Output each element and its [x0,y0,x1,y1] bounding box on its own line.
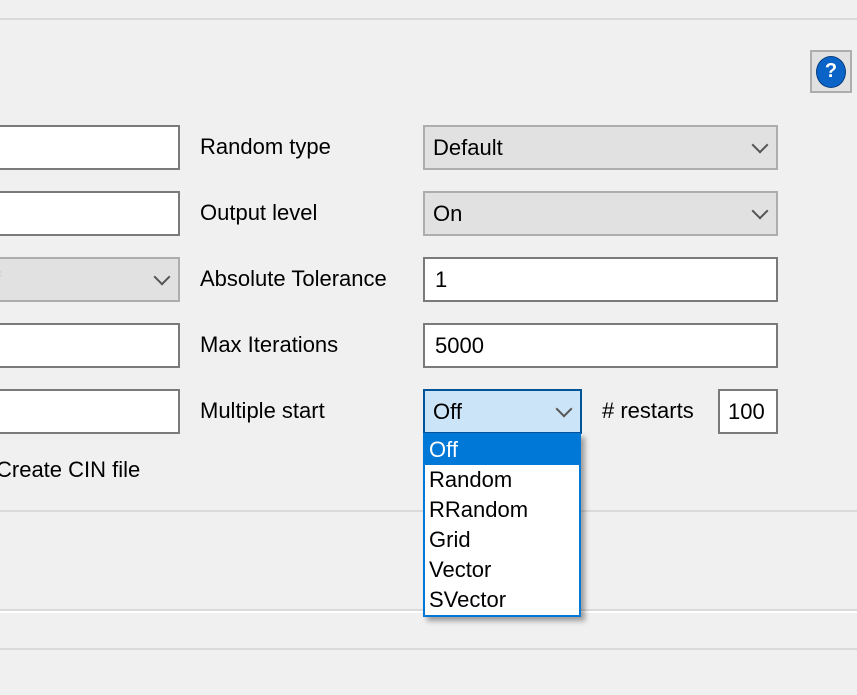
absolute-tolerance-label: Absolute Tolerance [200,266,387,291]
option-grid[interactable]: Grid [425,525,579,555]
restarts-label: # restarts [602,398,694,423]
multiple-start-dropdown-list: Off Random RRandom Grid Vector SVector [423,433,581,617]
chevron-down-icon [555,400,573,417]
option-vector[interactable]: Vector [425,555,579,585]
left-input-3[interactable] [0,323,180,368]
help-button[interactable]: ? [810,50,852,93]
random-type-select[interactable]: Default [423,125,778,170]
option-rrandom[interactable]: RRandom [425,495,579,525]
multiple-start-value: Off [433,398,462,424]
random-type-value: Default [433,134,503,160]
output-level-select[interactable]: On [423,191,778,236]
max-iterations-input[interactable]: 5000 [423,323,778,368]
option-random[interactable]: Random [425,465,579,495]
restarts-input[interactable]: 100 [718,389,778,434]
option-off[interactable]: Off [425,435,579,465]
top-divider [0,18,857,20]
divider [0,648,857,650]
left-input-4[interactable] [0,389,180,434]
chevron-down-icon [153,268,171,285]
output-level-value: On [433,200,463,226]
multiple-start-select[interactable]: Off [423,389,582,434]
absolute-tolerance-input[interactable]: 1 [423,257,778,302]
output-level-label: Output level [200,200,318,225]
multiple-start-label: Multiple start [200,398,325,423]
left-input-1[interactable] [0,125,180,170]
max-iterations-label: Max Iterations [200,332,339,357]
create-cin-checkbox-label[interactable]: Create CIN file [0,457,140,483]
left-combo[interactable]: f [0,257,180,302]
option-svector[interactable]: SVector [425,585,579,615]
chevron-down-icon [751,136,769,153]
help-icon: ? [816,55,846,88]
chevron-down-icon [751,202,769,219]
left-input-2[interactable] [0,191,180,236]
random-type-label: Random type [200,134,331,159]
